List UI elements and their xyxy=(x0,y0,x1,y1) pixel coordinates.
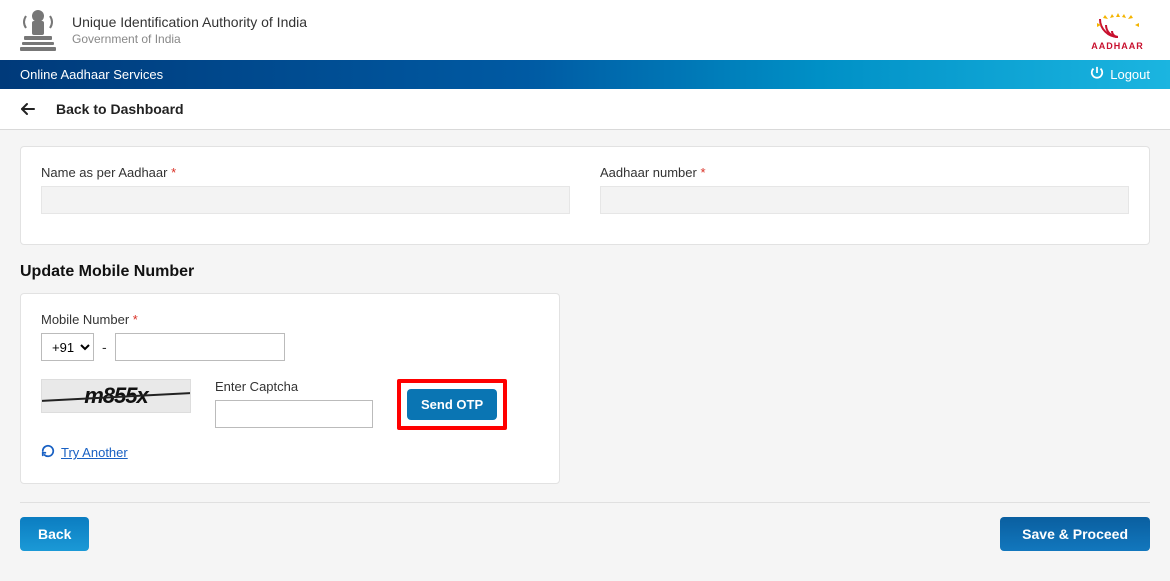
back-button[interactable]: Back xyxy=(20,517,89,551)
required-asterisk: * xyxy=(700,165,705,180)
send-otp-highlight: Send OTP xyxy=(397,379,507,430)
aadhaar-logo-icon: AADHAAR xyxy=(1085,9,1150,51)
captcha-row: m855x Enter Captcha Send OTP xyxy=(41,379,539,430)
back-to-dashboard-label: Back to Dashboard xyxy=(56,101,184,117)
mobile-label: Mobile Number * xyxy=(41,312,539,327)
country-code-select[interactable]: +91 xyxy=(41,333,94,361)
send-otp-button[interactable]: Send OTP xyxy=(407,389,497,420)
mobile-number-row: +91 - xyxy=(41,333,539,361)
captcha-image: m855x xyxy=(41,379,191,413)
aadhaar-brand-text: AADHAAR xyxy=(1091,41,1144,51)
captcha-input[interactable] xyxy=(215,400,373,428)
separator-dash: - xyxy=(102,339,107,355)
captcha-input-col: Enter Captcha xyxy=(215,379,373,428)
section-title: Update Mobile Number xyxy=(20,263,1150,281)
logout-link[interactable]: Logout xyxy=(1090,66,1150,83)
footer-buttons: Back Save & Proceed xyxy=(20,502,1150,551)
aadhaar-input-readonly xyxy=(600,186,1129,214)
aadhaar-label: Aadhaar number * xyxy=(600,165,1129,180)
name-field-col: Name as per Aadhaar * xyxy=(41,165,570,214)
emblem-icon xyxy=(16,6,60,54)
back-arrow-icon xyxy=(18,99,38,119)
service-title: Online Aadhaar Services xyxy=(20,67,163,82)
org-subtitle: Government of India xyxy=(72,32,307,46)
navbar: Online Aadhaar Services Logout xyxy=(0,60,1170,89)
mobile-number-input[interactable] xyxy=(115,333,285,361)
header-left: Unique Identification Authority of India… xyxy=(16,6,307,54)
try-another-link[interactable]: Try Another xyxy=(41,444,128,461)
required-asterisk: * xyxy=(133,312,138,327)
required-asterisk: * xyxy=(171,165,176,180)
name-input-readonly xyxy=(41,186,570,214)
header-titles: Unique Identification Authority of India… xyxy=(72,14,307,46)
main-content: Name as per Aadhaar * Aadhaar number * U… xyxy=(0,130,1170,581)
try-another-label: Try Another xyxy=(61,445,128,460)
page-header: Unique Identification Authority of India… xyxy=(0,0,1170,60)
captcha-block: m855x xyxy=(41,379,191,413)
aadhaar-field-col: Aadhaar number * xyxy=(600,165,1129,214)
captcha-label: Enter Captcha xyxy=(215,379,373,394)
save-proceed-button[interactable]: Save & Proceed xyxy=(1000,517,1150,551)
mobile-update-card: Mobile Number * +91 - m855x Enter Captch… xyxy=(20,293,560,484)
back-row[interactable]: Back to Dashboard xyxy=(0,89,1170,130)
name-label: Name as per Aadhaar * xyxy=(41,165,570,180)
refresh-icon xyxy=(41,444,55,461)
org-title: Unique Identification Authority of India xyxy=(72,14,307,30)
logout-label: Logout xyxy=(1110,67,1150,82)
identity-card: Name as per Aadhaar * Aadhaar number * xyxy=(20,146,1150,245)
power-icon xyxy=(1090,66,1104,83)
